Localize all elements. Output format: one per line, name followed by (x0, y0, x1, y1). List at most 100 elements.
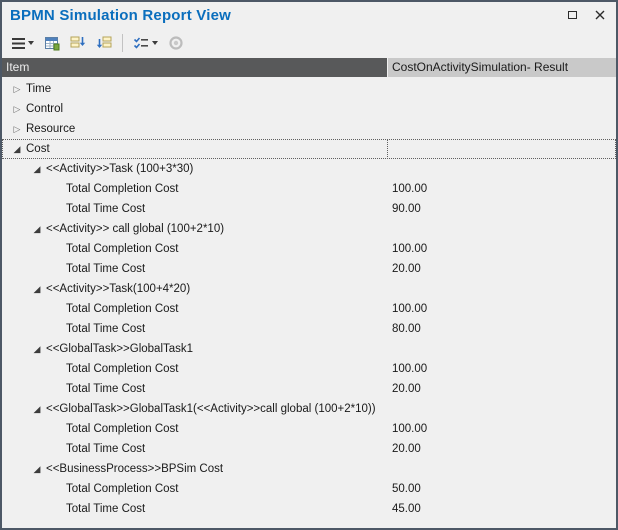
result-cell: 20.00 (388, 379, 616, 399)
item-label: <<BusinessProcess>>BPSim Cost (46, 463, 223, 475)
options-button[interactable] (129, 32, 162, 54)
expand-glyph-icon[interactable]: ◢ (30, 459, 44, 479)
result-cell: 100.00 (388, 419, 616, 439)
tree-row[interactable]: Total Time Cost 20.00 (2, 379, 616, 399)
result-cell: 20.00 (388, 259, 616, 279)
item-cell: ◢ <<Activity>>Task (100+3*30) (2, 159, 388, 179)
maximize-icon (568, 11, 577, 19)
item-label: <<GlobalTask>>GlobalTask1(<<Activity>>ca… (46, 403, 376, 415)
tree-row[interactable]: Total Time Cost 80.00 (2, 319, 616, 339)
result-cell: 80.00 (388, 319, 616, 339)
expand-glyph-icon[interactable]: ◢ (30, 279, 44, 299)
tree-row[interactable]: ▷ Control (2, 99, 616, 119)
tree-row[interactable]: ▷ Resource (2, 119, 616, 139)
item-cell: Total Time Cost (2, 439, 388, 459)
column-header-item[interactable]: Item (2, 58, 388, 77)
column-header-result[interactable]: CostOnActivitySimulation- Result (388, 58, 616, 77)
result-cell (388, 399, 616, 419)
tree-row[interactable]: Total Time Cost 45.00 (2, 499, 616, 519)
result-cell: 90.00 (388, 199, 616, 219)
expand-all-button[interactable] (66, 32, 90, 54)
tree-row[interactable]: ◢ Cost (2, 139, 616, 159)
tree-row[interactable]: Total Completion Cost 100.00 (2, 179, 616, 199)
item-label: Total Time Cost (66, 263, 145, 275)
item-label: Total Completion Cost (66, 423, 179, 435)
item-cell: Total Time Cost (2, 259, 388, 279)
result-cell (388, 339, 616, 359)
tree-row[interactable]: Total Completion Cost 100.00 (2, 419, 616, 439)
item-cell: Total Completion Cost (2, 359, 388, 379)
close-button[interactable] (588, 5, 612, 25)
result-value: 20.00 (392, 383, 421, 395)
tree-row[interactable]: Total Completion Cost 100.00 (2, 239, 616, 259)
tree-row[interactable]: Total Completion Cost 100.00 (2, 299, 616, 319)
result-value: 90.00 (392, 203, 421, 215)
expand-glyph-icon[interactable]: ◢ (30, 339, 44, 359)
maximize-button[interactable] (560, 5, 584, 25)
item-label: Resource (26, 123, 75, 135)
item-cell: ◢ <<GlobalTask>>GlobalTask1(<<Activity>>… (2, 399, 388, 419)
tree-row[interactable]: ◢ <<Activity>>Task (100+3*30) (2, 159, 616, 179)
result-cell: 50.00 (388, 479, 616, 499)
tree-row[interactable]: Total Completion Cost 100.00 (2, 359, 616, 379)
result-value: 20.00 (392, 443, 421, 455)
result-cell (388, 99, 616, 119)
export-report-button[interactable] (40, 32, 64, 54)
result-cell: 100.00 (388, 239, 616, 259)
result-cell (388, 139, 616, 159)
item-label: Total Completion Cost (66, 483, 179, 495)
expand-glyph-icon[interactable]: ▷ (10, 79, 24, 99)
result-value: 50.00 (392, 483, 421, 495)
tree-row[interactable]: ◢ <<Activity>>Task(100+4*20) (2, 279, 616, 299)
checklist-options-icon (133, 36, 149, 50)
report-table-icon (44, 35, 60, 51)
expand-tree-icon (70, 35, 86, 51)
tree-row[interactable]: ◢ <<BusinessProcess>>BPSim Cost (2, 459, 616, 479)
expand-glyph-icon[interactable]: ▷ (10, 119, 24, 139)
result-cell: 100.00 (388, 359, 616, 379)
item-label: Total Time Cost (66, 203, 145, 215)
expand-glyph-icon[interactable]: ◢ (30, 159, 44, 179)
expand-glyph-icon[interactable]: ▷ (10, 99, 24, 119)
title-bar: BPMN Simulation Report View (2, 2, 616, 28)
item-cell: ◢ <<Activity>>Task(100+4*20) (2, 279, 388, 299)
item-label: Total Completion Cost (66, 363, 179, 375)
tree-row[interactable]: Total Completion Cost 50.00 (2, 479, 616, 499)
item-cell: ◢ <<Activity>> call global (100+2*10) (2, 219, 388, 239)
item-cell: Total Completion Cost (2, 239, 388, 259)
result-cell: 20.00 (388, 439, 616, 459)
tree-row[interactable]: ▷ Time (2, 79, 616, 99)
item-label: <<GlobalTask>>GlobalTask1 (46, 343, 193, 355)
item-label: Total Completion Cost (66, 243, 179, 255)
tree-row[interactable]: ◢ <<Activity>> call global (100+2*10) (2, 219, 616, 239)
result-value: 80.00 (392, 323, 421, 335)
item-cell: ◢ <<GlobalTask>>GlobalTask1 (2, 339, 388, 359)
expand-glyph-icon[interactable]: ◢ (30, 399, 44, 419)
result-cell (388, 219, 616, 239)
item-cell: ▷ Resource (2, 119, 388, 139)
tree-row[interactable]: Total Time Cost 20.00 (2, 259, 616, 279)
item-cell: Total Time Cost (2, 499, 388, 519)
item-cell: ◢ <<BusinessProcess>>BPSim Cost (2, 459, 388, 479)
expand-glyph-icon[interactable]: ◢ (30, 219, 44, 239)
result-value: 20.00 (392, 263, 421, 275)
record-button[interactable] (164, 32, 188, 54)
bpmn-simulation-report-window: BPMN Simulation Report View (0, 0, 618, 530)
item-label: <<Activity>>Task (100+3*30) (46, 163, 193, 175)
item-label: Total Completion Cost (66, 303, 179, 315)
tree-row[interactable]: ◢ <<GlobalTask>>GlobalTask1(<<Activity>>… (2, 399, 616, 419)
toolbar-separator (122, 34, 123, 52)
tree-rows: ▷ Time ▷ Control ▷ Resource ◢ Cost (2, 77, 616, 528)
result-value: 100.00 (392, 243, 427, 255)
expand-glyph-icon[interactable]: ◢ (10, 139, 24, 159)
item-cell: Total Completion Cost (2, 419, 388, 439)
tree-row[interactable]: ◢ <<GlobalTask>>GlobalTask1 (2, 339, 616, 359)
item-cell: Total Completion Cost (2, 479, 388, 499)
tree-row[interactable]: Total Time Cost 90.00 (2, 199, 616, 219)
caption-buttons (560, 5, 612, 25)
result-cell: 100.00 (388, 299, 616, 319)
menu-button[interactable] (8, 32, 38, 54)
tree-row[interactable]: Total Time Cost 20.00 (2, 439, 616, 459)
dropdown-caret-icon (28, 41, 34, 45)
collapse-all-button[interactable] (92, 32, 116, 54)
